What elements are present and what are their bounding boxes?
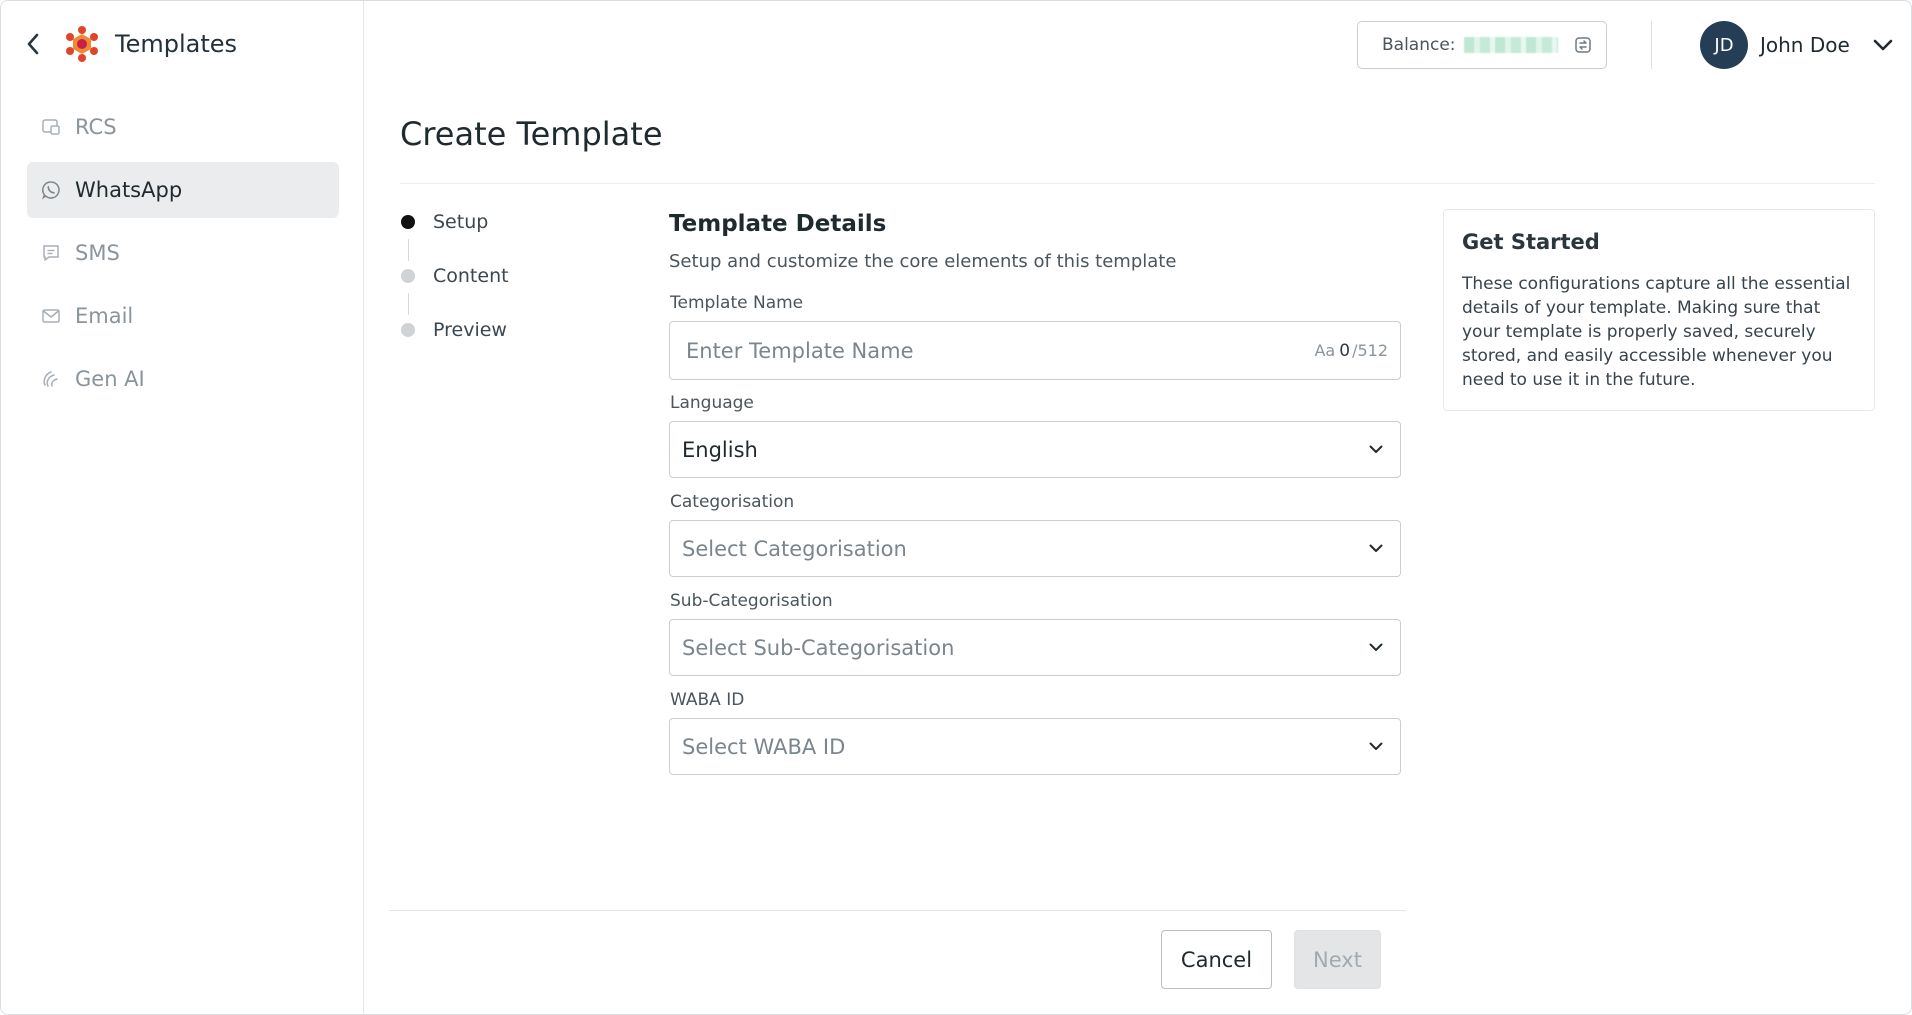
logo-icon: [63, 25, 101, 63]
sidebar-item-label: WhatsApp: [75, 178, 183, 202]
sidebar-item-sms[interactable]: SMS: [27, 225, 339, 281]
email-icon: [41, 306, 61, 326]
sidebar-item-email[interactable]: Email: [27, 288, 339, 344]
categorisation-placeholder: Select Categorisation: [682, 536, 907, 561]
char-count: 0: [1339, 340, 1351, 361]
sidebar-item-label: Gen AI: [75, 367, 145, 391]
step-label: Setup: [433, 211, 489, 233]
app-window: Templates RCS WhatsApp SMS Email Gen AI …: [0, 0, 1912, 1015]
step-indicator: [401, 269, 415, 283]
balance-value-redacted: [1463, 37, 1558, 53]
step-indicator: [401, 323, 415, 337]
chevron-down-icon: [1366, 440, 1386, 460]
template-details-form: Template Details Setup and customize the…: [669, 211, 1401, 775]
sub-categorisation-label: Sub-Categorisation: [670, 591, 833, 611]
step-connector: [408, 239, 409, 261]
sidebar-item-label: Email: [75, 304, 134, 328]
step-preview[interactable]: Preview: [401, 317, 507, 343]
chevron-down-icon: [1366, 638, 1386, 658]
chevron-down-icon: [1366, 539, 1386, 559]
text-case-icon: Aa: [1314, 340, 1336, 360]
form-heading: Template Details: [669, 211, 887, 237]
waba-id-placeholder: Select WABA ID: [682, 734, 846, 759]
next-button[interactable]: Next: [1294, 930, 1381, 989]
form-subheading: Setup and customize the core elements of…: [669, 251, 1177, 272]
sidebar: Templates RCS WhatsApp SMS Email Gen AI: [1, 1, 364, 1014]
get-started-card: Get Started These configurations capture…: [1443, 209, 1875, 411]
page-title: Create Template: [400, 115, 663, 153]
categorisation-label: Categorisation: [670, 492, 795, 512]
info-text: These configurations capture all the ess…: [1462, 274, 1851, 390]
avatar: JD: [1700, 21, 1748, 69]
balance-label: Balance:: [1382, 35, 1456, 55]
sidebar-item-gen-ai[interactable]: Gen AI: [27, 351, 339, 407]
waba-id-select[interactable]: Select WABA ID: [669, 718, 1401, 775]
template-name-label: Template Name: [670, 293, 804, 313]
step-label: Content: [433, 265, 509, 287]
sidebar-nav: RCS WhatsApp SMS Email Gen AI: [27, 99, 339, 414]
chevron-down-icon: [1366, 737, 1386, 757]
user-menu[interactable]: JD John Doe: [1700, 21, 1894, 69]
sub-categorisation-placeholder: Select Sub-Categorisation: [682, 635, 955, 660]
sidebar-item-rcs[interactable]: RCS: [27, 99, 339, 155]
sub-categorisation-select[interactable]: Select Sub-Categorisation: [669, 619, 1401, 676]
step-content[interactable]: Content: [401, 263, 509, 289]
step-indicator-current: [401, 215, 415, 229]
back-arrow-icon[interactable]: [21, 32, 45, 56]
chevron-down-icon[interactable]: [1872, 34, 1894, 56]
balance-widget[interactable]: Balance:: [1357, 21, 1607, 69]
sidebar-item-label: SMS: [75, 241, 120, 265]
step-setup[interactable]: Setup: [401, 209, 488, 235]
sidebar-item-whatsapp[interactable]: WhatsApp: [27, 162, 339, 218]
header-divider: [1651, 21, 1652, 69]
whatsapp-icon: [41, 180, 61, 200]
gen-ai-icon: [41, 369, 61, 389]
template-name-placeholder: Enter Template Name: [686, 338, 914, 363]
template-name-input[interactable]: Enter Template Name Aa 0/512: [669, 321, 1401, 380]
sms-icon: [41, 243, 61, 263]
categorisation-select[interactable]: Select Categorisation: [669, 520, 1401, 577]
rcs-icon: [41, 117, 61, 137]
user-name: John Doe: [1760, 33, 1850, 57]
language-value: English: [682, 437, 758, 462]
char-max: /512: [1352, 340, 1388, 360]
sidebar-title: Templates: [115, 30, 238, 58]
char-counter: Aa 0/512: [1314, 341, 1388, 361]
language-label: Language: [670, 393, 754, 413]
sidebar-item-label: RCS: [75, 115, 117, 139]
waba-id-label: WABA ID: [670, 690, 745, 710]
refresh-icon[interactable]: [1572, 34, 1594, 56]
footer-divider: [389, 910, 1406, 911]
step-label: Preview: [433, 319, 507, 341]
step-connector: [408, 293, 409, 315]
info-title: Get Started: [1462, 230, 1600, 254]
language-select[interactable]: English: [669, 421, 1401, 478]
cancel-button[interactable]: Cancel: [1161, 930, 1272, 989]
sidebar-header: Templates: [21, 23, 237, 65]
title-divider: [400, 183, 1875, 184]
